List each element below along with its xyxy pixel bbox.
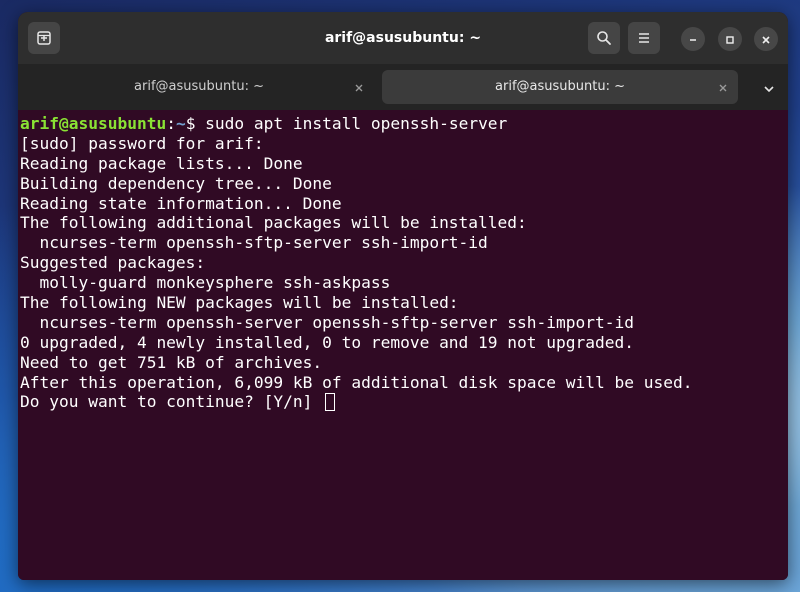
new-tab-icon [36,30,52,46]
output-line: Reading state information... Done [20,193,342,213]
prompt-user: arif@asusubuntu [20,114,167,133]
tab-close-button[interactable] [714,78,732,96]
close-button[interactable] [754,27,778,51]
maximize-icon [725,30,735,49]
minimize-icon [688,30,698,49]
output-line: Suggested packages: [20,253,206,273]
close-icon [354,78,364,97]
close-icon [718,78,728,97]
menu-button[interactable] [628,22,660,54]
prompt-symbol: $ [185,114,196,133]
close-icon [761,30,771,49]
hamburger-menu-icon [636,30,652,46]
minimize-button[interactable] [681,27,705,51]
output-line: Reading package lists... Done [20,153,303,173]
tab-2[interactable]: arif@asusubuntu: ~ [382,70,738,104]
chevron-down-icon [762,81,776,100]
prompt-separator: : [166,114,176,133]
question-line: Do you want to continue? [Y/n] [20,392,788,412]
output-line: Need to get 751 kB of archives. [20,352,323,372]
question-text: Do you want to continue? [Y/n] [20,392,323,412]
tab-bar: arif@asusubuntu: ~ arif@asusubuntu: ~ [18,64,788,110]
output-line: 0 upgraded, 4 newly installed, 0 to remo… [20,332,634,352]
output-line: [sudo] password for arif: [20,133,264,153]
new-tab-button[interactable] [28,22,60,54]
tab-label: arif@asusubuntu: ~ [134,79,264,94]
text-cursor [325,393,336,412]
output-line: After this operation, 6,099 kB of additi… [20,372,693,392]
output-line: The following additional packages will b… [20,213,527,233]
search-icon [596,30,612,46]
command-text: sudo apt install openssh-server [195,114,508,133]
prompt-path: ~ [175,114,186,133]
output-line: Building dependency tree... Done [20,173,332,193]
output-line: ncurses-term openssh-server openssh-sftp… [20,312,634,332]
window-title: arif@asusubuntu: ~ [324,30,482,46]
terminal-output[interactable]: arif@asusubuntu:~$ sudo apt install open… [18,110,788,580]
command-line: arif@asusubuntu:~$ sudo apt install open… [20,114,788,134]
tab-list-button[interactable] [762,81,776,95]
maximize-button[interactable] [718,27,742,51]
output-line: The following NEW packages will be insta… [20,293,459,313]
tab-label: arif@asusubuntu: ~ [495,79,625,94]
output-line: ncurses-term openssh-sftp-server ssh-imp… [20,233,488,253]
tab-1[interactable]: arif@asusubuntu: ~ [24,70,374,104]
search-button[interactable] [588,22,620,54]
output-line: molly-guard monkeysphere ssh-askpass [20,273,391,293]
titlebar: arif@asusubuntu: ~ [18,12,788,64]
terminal-window: arif@asusubuntu: ~ arif@asusubuntu: ~ ar… [18,12,788,580]
tab-close-button[interactable] [350,78,368,96]
